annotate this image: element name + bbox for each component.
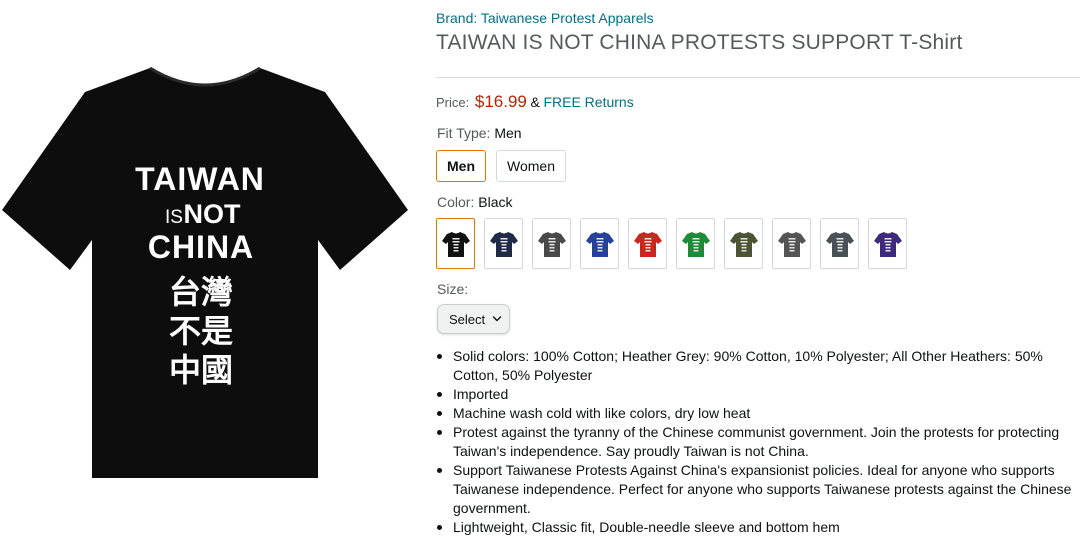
color-swatch-black[interactable] (436, 218, 475, 269)
fit-type-label: Fit Type: (437, 125, 491, 141)
print-china: CHINA (148, 229, 254, 265)
tshirt-thumbnail-icon (489, 231, 518, 257)
color-swatch-olive[interactable] (724, 218, 763, 269)
feature-bullet: Lightweight, Classic fit, Double-needle … (436, 518, 1076, 537)
color-swatch-dark-heather[interactable] (532, 218, 571, 269)
fit-option-women[interactable]: Women (496, 150, 566, 182)
product-title: TAIWAN IS NOT CHINA PROTESTS SUPPORT T-S… (436, 31, 963, 54)
tshirt-thumbnail-icon (681, 231, 710, 257)
tshirt-thumbnail-icon (825, 231, 854, 257)
print-cn-line2: 不是 (169, 312, 233, 350)
tshirt-illustration: TAIWAN IS NOT CHINA 台灣 不是 中國 (2, 66, 408, 478)
fit-option-men[interactable]: Men (436, 150, 486, 182)
print-is: IS (165, 207, 183, 228)
color-label-row: Color: Black (437, 194, 512, 210)
feature-bullet: Solid colors: 100% Cotton; Heather Grey:… (436, 347, 1076, 385)
color-swatch-purple[interactable] (868, 218, 907, 269)
feature-bullet: Protest against the tyranny of the Chine… (436, 423, 1076, 461)
color-selected: Black (478, 194, 513, 210)
print-not: NOT (184, 199, 242, 229)
tshirt-thumbnail-icon (633, 231, 662, 257)
chevron-down-icon (492, 316, 502, 322)
tshirt-thumbnail-icon (729, 231, 758, 257)
tshirt-thumbnail-icon (441, 231, 470, 257)
tshirt-thumbnail-icon (777, 231, 806, 257)
feature-bullet: Support Taiwanese Protests Against China… (436, 461, 1076, 518)
price-label: Price: (436, 95, 470, 110)
size-select[interactable]: Select (437, 304, 510, 334)
color-swatch-navy[interactable] (484, 218, 523, 269)
feature-bullet: Machine wash cold with like colors, dry … (436, 404, 1076, 423)
color-swatch-slate[interactable] (820, 218, 859, 269)
tshirt-thumbnail-icon (585, 231, 614, 257)
price-value: $16.99 (474, 92, 527, 111)
feature-bullet: Imported (436, 385, 1076, 404)
brand-link[interactable]: Brand: Taiwanese Protest Apparels (436, 10, 654, 26)
size-label: Size: (437, 281, 469, 297)
divider (436, 77, 1080, 78)
feature-bullets: Solid colors: 100% Cotton; Heather Grey:… (436, 347, 1076, 537)
color-swatch-kelly-green[interactable] (676, 218, 715, 269)
tshirt-thumbnail-icon (537, 231, 566, 257)
print-cn-line3: 中國 (169, 351, 233, 389)
color-label: Color: (437, 194, 475, 210)
size-label-row: Size: (437, 281, 468, 297)
fit-type-selected: Men (494, 125, 522, 141)
free-returns-link[interactable]: FREE Returns (543, 94, 633, 110)
price-ampersand: & (530, 94, 540, 110)
print-cn-line1: 台灣 (169, 273, 233, 311)
color-swatch-charcoal[interactable] (772, 218, 811, 269)
fit-type-label-row: Fit Type: Men (437, 125, 522, 141)
color-swatches (436, 218, 907, 269)
color-swatch-red[interactable] (628, 218, 667, 269)
print-taiwan: TAIWAN (135, 161, 265, 197)
fit-type-options: Men Women (436, 150, 566, 182)
tshirt-thumbnail-icon (873, 231, 902, 257)
product-image[interactable]: TAIWAN IS NOT CHINA 台灣 不是 中國 (0, 40, 410, 485)
color-swatch-royal-blue[interactable] (580, 218, 619, 269)
size-select-value: Select (449, 311, 486, 327)
price-row: Price: $16.99 & FREE Returns (436, 92, 634, 112)
